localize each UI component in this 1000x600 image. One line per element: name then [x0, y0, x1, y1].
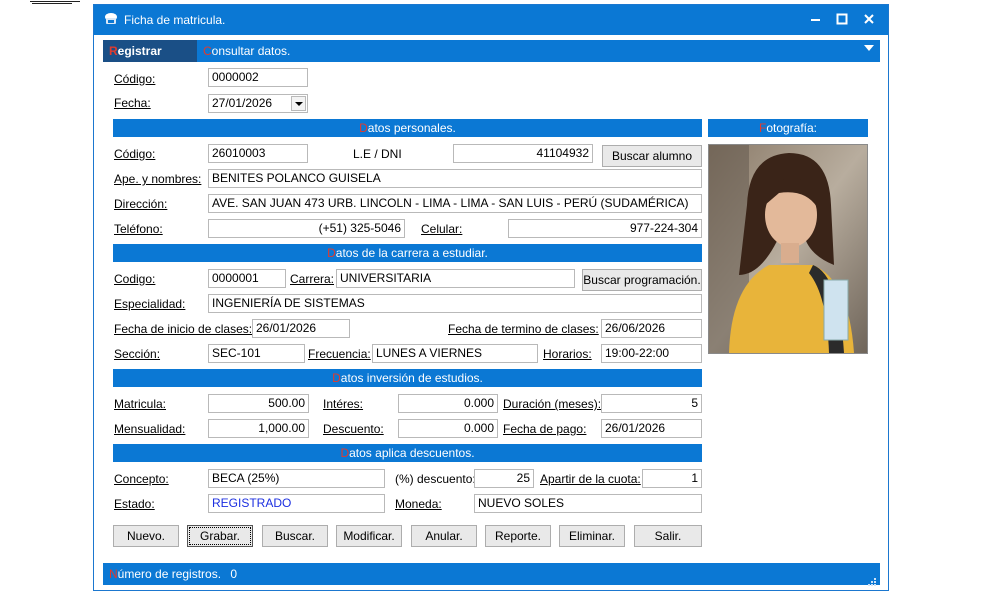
title-bar[interactable]: Ficha de matricula.	[94, 5, 888, 35]
inicio-clases-label: Fecha de inicio de clases:	[114, 322, 253, 336]
buscar-alumno-button[interactable]: Buscar alumno	[602, 145, 702, 167]
moneda-input[interactable]: NUEVO SOLES	[474, 494, 702, 513]
carrera-label: Carrera:	[290, 272, 335, 286]
duracion-input[interactable]: 5	[601, 394, 702, 413]
horarios-label: Horarios:	[543, 347, 592, 361]
maximize-button[interactable]	[828, 5, 856, 35]
minimize-icon	[811, 19, 820, 21]
matricula-window: Ficha de matricula. Registrar datos. Con…	[93, 4, 889, 591]
fecha-pago-input[interactable]: 26/01/2026	[601, 419, 702, 438]
section-fotografia: Fotografía:	[708, 119, 868, 137]
status-bar: Número de registros. 0	[103, 563, 880, 586]
anular-button[interactable]: Anular.	[411, 525, 477, 547]
section-datos-personales: Datos personales.	[113, 119, 702, 137]
celular-input[interactable]: 977-224-304	[508, 219, 702, 238]
nombres-input[interactable]: BENITES POLANCO GUISELA	[208, 169, 702, 188]
celular-label: Celular:	[421, 222, 463, 236]
close-icon	[864, 14, 874, 24]
eliminar-button[interactable]: Eliminar.	[559, 525, 625, 547]
tab-label: onsultar datos.	[211, 44, 291, 58]
codigo-input[interactable]: 0000002	[208, 68, 308, 87]
buscar-programacion-button[interactable]: Buscar programación.	[582, 269, 702, 291]
photo-image	[709, 145, 867, 353]
carrera-codigo-label: Codigo:	[114, 272, 156, 286]
porcentaje-descuento-input[interactable]: 25	[474, 469, 534, 488]
tab-consultar-datos[interactable]: Consultar datos.	[197, 40, 317, 62]
window-title: Ficha de matricula.	[124, 13, 226, 27]
frecuencia-label: Frecuencia:	[308, 347, 371, 361]
buscar-alumno-label: Buscar alumno	[611, 149, 693, 163]
horarios-input[interactable]: 19:00-22:00	[601, 344, 702, 363]
inicio-clases-input[interactable]: 26/01/2026	[252, 319, 350, 338]
status-text: úmero de registros.	[117, 567, 222, 581]
section-datos-descuentos: Datos aplica descuentos.	[113, 444, 702, 462]
calendar-dropdown-icon[interactable]	[291, 96, 306, 111]
direccion-label: Dirección:	[114, 197, 168, 211]
reporte-button[interactable]: Reporte.	[485, 525, 551, 547]
matricula-label: Matricula:	[114, 397, 167, 411]
alumno-codigo-label: Código:	[114, 147, 156, 161]
carrera-codigo-input[interactable]: 0000001	[208, 269, 286, 288]
codigo-label: Código:	[114, 72, 156, 86]
tab-mnemonic: C	[203, 44, 212, 58]
descuento-label: Descuento:	[323, 422, 384, 436]
grabar-button[interactable]: Grabar.	[187, 525, 253, 547]
status-mnemonic: N	[109, 567, 118, 581]
descuento-input[interactable]: 0.000	[398, 419, 498, 438]
salir-button[interactable]: Salir.	[634, 525, 702, 547]
estado-input[interactable]: REGISTRADO	[208, 494, 385, 513]
resize-grip-icon[interactable]	[867, 572, 877, 586]
tab-registrar-datos[interactable]: Registrar datos.	[103, 40, 197, 80]
close-button[interactable]	[855, 5, 883, 35]
carrera-input[interactable]: UNIVERSITARIA	[336, 269, 575, 288]
moneda-label: Moneda:	[395, 497, 442, 511]
seccion-input[interactable]: SEC-101	[208, 344, 305, 363]
termino-clases-label: Fecha de termino de clases:	[448, 322, 599, 336]
mensualidad-label: Mensualidad:	[114, 422, 186, 436]
buscar-programacion-label: Buscar programación.	[583, 273, 701, 287]
especialidad-input[interactable]: INGENIERÍA DE SISTEMAS	[208, 294, 702, 313]
alumno-codigo-input[interactable]: 26010003	[208, 144, 308, 163]
fecha-value: 27/01/2026	[212, 96, 273, 110]
duracion-label: Duración (meses):	[503, 397, 602, 411]
dni-label: L.E / DNI	[353, 147, 402, 161]
cuota-input[interactable]: 1	[642, 469, 702, 488]
modificar-button[interactable]: Modificar.	[336, 525, 402, 547]
nombres-label: Ape. y nombres:	[114, 172, 202, 186]
buscar-button[interactable]: Buscar.	[262, 525, 328, 547]
frecuencia-input[interactable]: LUNES A VIERNES	[372, 344, 538, 363]
estado-label: Estado:	[114, 497, 155, 511]
fecha-label: Fecha:	[114, 96, 151, 110]
app-icon	[103, 11, 119, 27]
record-count: 0	[230, 567, 238, 581]
tab-bar: Registrar datos. Consultar datos.	[103, 40, 880, 80]
direccion-input[interactable]: AVE. SAN JUAN 473 URB. LINCOLN - LIMA - …	[208, 194, 702, 213]
nuevo-button[interactable]: Nuevo.	[113, 525, 179, 547]
cuota-label: Apartir de la cuota:	[540, 472, 641, 486]
maximize-icon	[836, 13, 848, 25]
concepto-input[interactable]: BECA (25%)	[208, 469, 385, 488]
dni-input[interactable]: 41104932	[453, 144, 593, 163]
mensualidad-input[interactable]: 1,000.00	[208, 419, 309, 438]
termino-clases-input[interactable]: 26/06/2026	[601, 319, 702, 338]
interes-label: Intéres:	[323, 397, 364, 411]
section-datos-carrera: Datos de la carrera a estudiar.	[113, 244, 702, 262]
porcentaje-descuento-label: (%) descuento:	[395, 472, 476, 486]
matricula-input[interactable]: 500.00	[208, 394, 309, 413]
fecha-pago-label: Fecha de pago:	[503, 422, 587, 436]
especialidad-label: Especialidad:	[114, 297, 186, 311]
tab-mnemonic: R	[109, 44, 118, 58]
minimize-button[interactable]	[802, 5, 830, 35]
student-photo	[708, 144, 868, 354]
tabs-dropdown-icon[interactable]	[864, 45, 874, 51]
concepto-label: Concepto:	[114, 472, 169, 486]
telefono-input[interactable]: (+51) 325-5046	[208, 219, 405, 238]
background-window-fragment	[0, 0, 90, 6]
interes-input[interactable]: 0.000	[398, 394, 498, 413]
section-datos-inversion: Datos inversión de estudios.	[113, 369, 702, 387]
seccion-label: Sección:	[114, 347, 161, 361]
telefono-label: Teléfono:	[114, 222, 163, 236]
